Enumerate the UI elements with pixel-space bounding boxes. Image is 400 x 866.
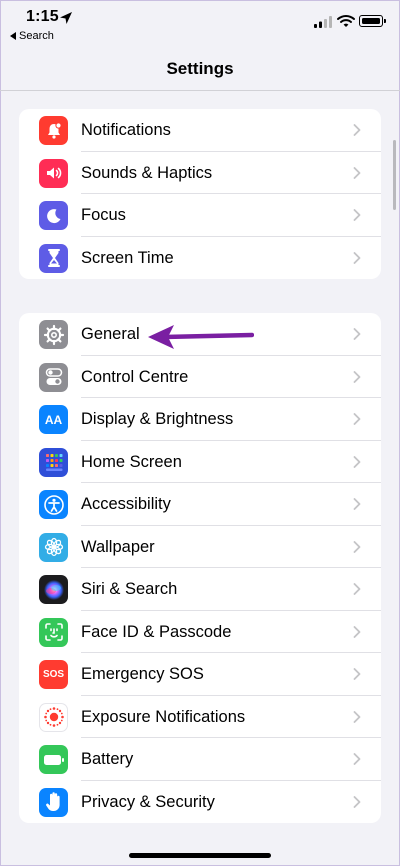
chevron-right-icon bbox=[353, 668, 361, 680]
toggles-icon bbox=[39, 362, 68, 392]
row-label: General bbox=[81, 325, 140, 343]
chevron-right-icon bbox=[353, 328, 361, 340]
chevron-right-icon bbox=[353, 795, 361, 808]
row-label: Sounds & Haptics bbox=[81, 163, 213, 182]
back-triangle-icon bbox=[10, 32, 16, 40]
row-control-centre[interactable]: Control Centre bbox=[19, 356, 381, 398]
gear-icon bbox=[39, 320, 68, 349]
chevron-right-icon bbox=[353, 625, 361, 638]
hourglass-icon bbox=[39, 243, 68, 273]
row-label: Battery bbox=[81, 750, 134, 768]
bell-icon bbox=[39, 116, 68, 145]
battery-status-icon bbox=[359, 15, 386, 27]
chevron-right-icon bbox=[353, 166, 361, 179]
nav-divider bbox=[0, 90, 400, 91]
row-label: Wallpaper bbox=[81, 537, 155, 556]
row-label: Home Screen bbox=[81, 452, 182, 471]
cellular-signal-icon bbox=[314, 16, 332, 28]
row-wallpaper[interactable]: Wallpaper bbox=[19, 526, 381, 568]
navigation-bar: Settings bbox=[0, 44, 400, 90]
row-accessibility[interactable]: Accessibility bbox=[19, 483, 381, 526]
face-id-icon bbox=[39, 617, 68, 647]
battery-icon bbox=[39, 745, 68, 774]
settings-group-1: Notifications Sounds & Haptics Focus Scr… bbox=[19, 109, 381, 279]
scrollbar[interactable] bbox=[393, 140, 396, 210]
status-bar: 1:15 Search bbox=[0, 0, 400, 44]
row-label: Exposure Notifications bbox=[81, 707, 246, 726]
status-time: 1:15 bbox=[26, 8, 59, 25]
chevron-right-icon bbox=[353, 498, 361, 510]
row-focus[interactable]: Focus bbox=[19, 194, 381, 237]
chevron-right-icon bbox=[353, 455, 361, 468]
row-label: Face ID & Passcode bbox=[81, 622, 232, 641]
row-sounds-haptics[interactable]: Sounds & Haptics bbox=[19, 152, 381, 194]
row-privacy-security[interactable]: Privacy & Security bbox=[19, 781, 381, 824]
row-label: Screen Time bbox=[81, 248, 174, 267]
siri-icon bbox=[39, 575, 68, 604]
row-label: Focus bbox=[81, 206, 126, 224]
wifi-icon bbox=[337, 15, 355, 27]
row-emergency-sos[interactable]: SOS Emergency SOS bbox=[19, 653, 381, 696]
back-label: Search bbox=[19, 30, 54, 42]
chevron-right-icon bbox=[353, 710, 361, 723]
sos-icon: SOS bbox=[39, 660, 68, 689]
settings-group-2: General Control Centre AA Display & Brig… bbox=[19, 313, 381, 823]
chevron-right-icon bbox=[353, 583, 361, 595]
row-exposure-notifications[interactable]: Exposure Notifications bbox=[19, 696, 381, 738]
row-display-brightness[interactable]: AA Display & Brightness bbox=[19, 398, 381, 441]
chevron-right-icon bbox=[353, 413, 361, 425]
app-grid-icon bbox=[39, 447, 68, 477]
text-size-icon: AA bbox=[39, 405, 68, 434]
arrow-left-icon bbox=[148, 325, 254, 349]
back-to-search-link[interactable]: Search bbox=[10, 30, 54, 42]
page-title: Settings bbox=[166, 59, 234, 78]
speaker-icon bbox=[39, 158, 68, 188]
chevron-right-icon bbox=[353, 540, 361, 553]
row-label: Accessibility bbox=[81, 495, 171, 513]
accessibility-icon bbox=[39, 490, 68, 519]
row-notifications[interactable]: Notifications bbox=[19, 109, 381, 152]
flower-icon bbox=[39, 532, 68, 562]
row-siri-search[interactable]: Siri & Search bbox=[19, 568, 381, 611]
row-label: Emergency SOS bbox=[81, 665, 204, 683]
chevron-right-icon bbox=[353, 124, 361, 136]
row-home-screen[interactable]: Home Screen bbox=[19, 441, 381, 483]
row-screen-time[interactable]: Screen Time bbox=[19, 237, 381, 280]
row-label: Notifications bbox=[81, 121, 171, 139]
chevron-right-icon bbox=[353, 251, 361, 264]
row-battery[interactable]: Battery bbox=[19, 738, 381, 781]
chevron-right-icon bbox=[353, 370, 361, 383]
home-indicator[interactable] bbox=[129, 853, 271, 858]
row-face-id-passcode[interactable]: Face ID & Passcode bbox=[19, 611, 381, 653]
exposure-icon bbox=[39, 702, 68, 732]
row-label: Control Centre bbox=[81, 367, 189, 386]
moon-icon bbox=[39, 201, 68, 230]
location-arrow-icon bbox=[60, 12, 72, 24]
chevron-right-icon bbox=[353, 209, 361, 221]
row-label: Privacy & Security bbox=[81, 792, 215, 811]
row-label: Siri & Search bbox=[81, 580, 178, 598]
row-label: Display & Brightness bbox=[81, 410, 234, 428]
chevron-right-icon bbox=[353, 753, 361, 765]
hand-icon bbox=[39, 787, 68, 817]
